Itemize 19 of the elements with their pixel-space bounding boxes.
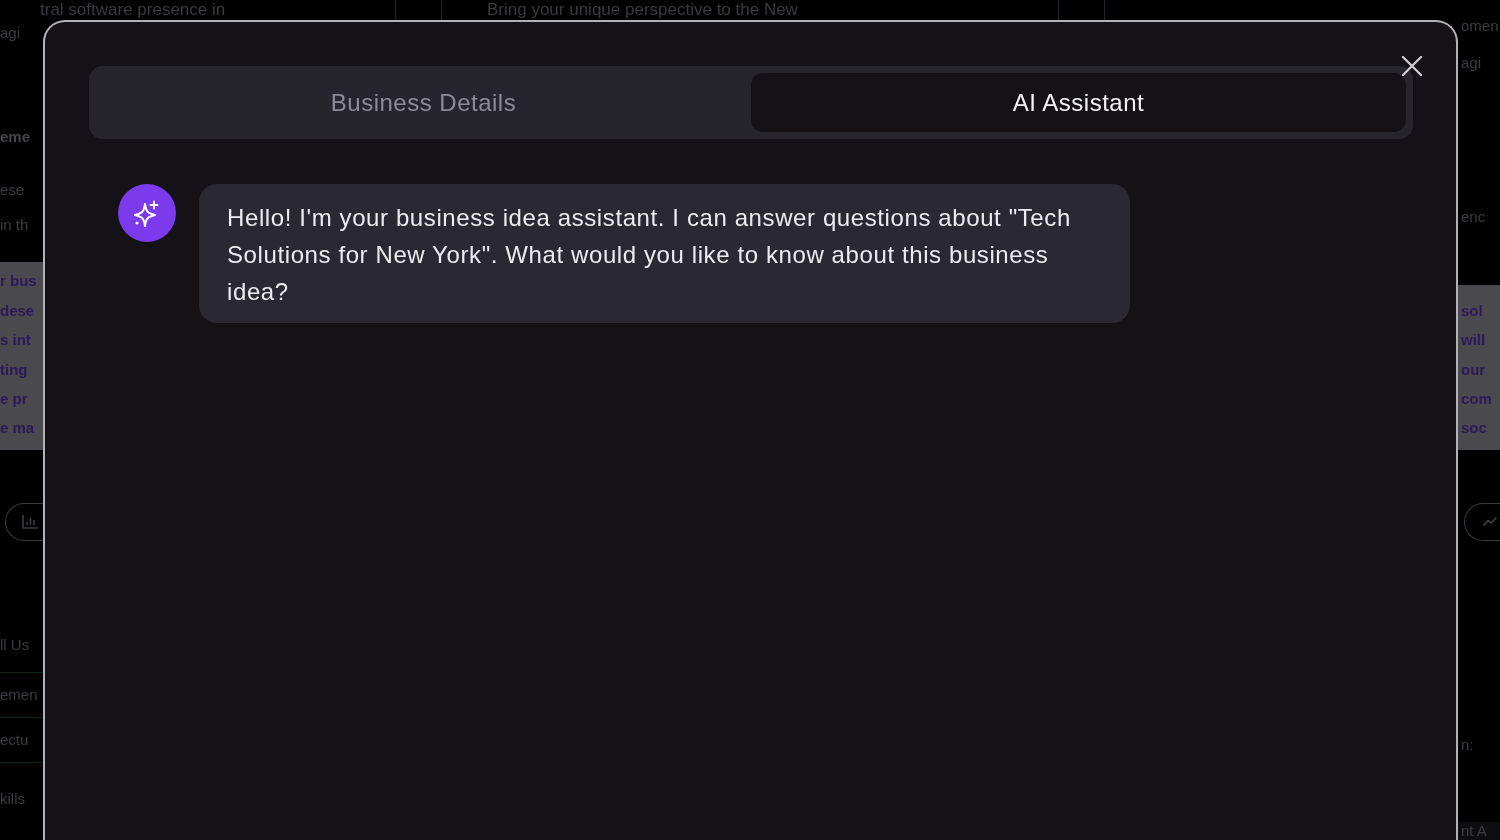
chat-message: Hello! I'm your business idea assistant. I can answer questions about "Tech Solutions for New York". What would you like to know about this business idea? — [199, 184, 1130, 323]
background-text: agi — [1460, 52, 1482, 73]
background-text: in th — [0, 214, 29, 235]
background-text: omen — [1460, 15, 1499, 36]
background-text: enc — [1460, 207, 1486, 227]
background-text: n: — [1460, 734, 1474, 755]
sparkle-icon — [118, 184, 176, 242]
background-text: ll Us — [0, 635, 30, 656]
background-text: agi — [0, 23, 21, 43]
close-icon — [1402, 56, 1422, 76]
background-text: ese — [0, 179, 26, 200]
tab[interactable]: AI Assistant — [751, 73, 1406, 132]
bar-chart-icon — [22, 515, 38, 530]
background-text: kills — [0, 789, 25, 810]
background-text: tral software presence in — [40, 0, 226, 20]
tab[interactable]: Business Details — [96, 73, 751, 132]
background-heading: eme — [0, 127, 31, 147]
trend-line-icon — [1483, 517, 1497, 526]
background-text: Bring your unique perspective to the New — [487, 0, 798, 20]
